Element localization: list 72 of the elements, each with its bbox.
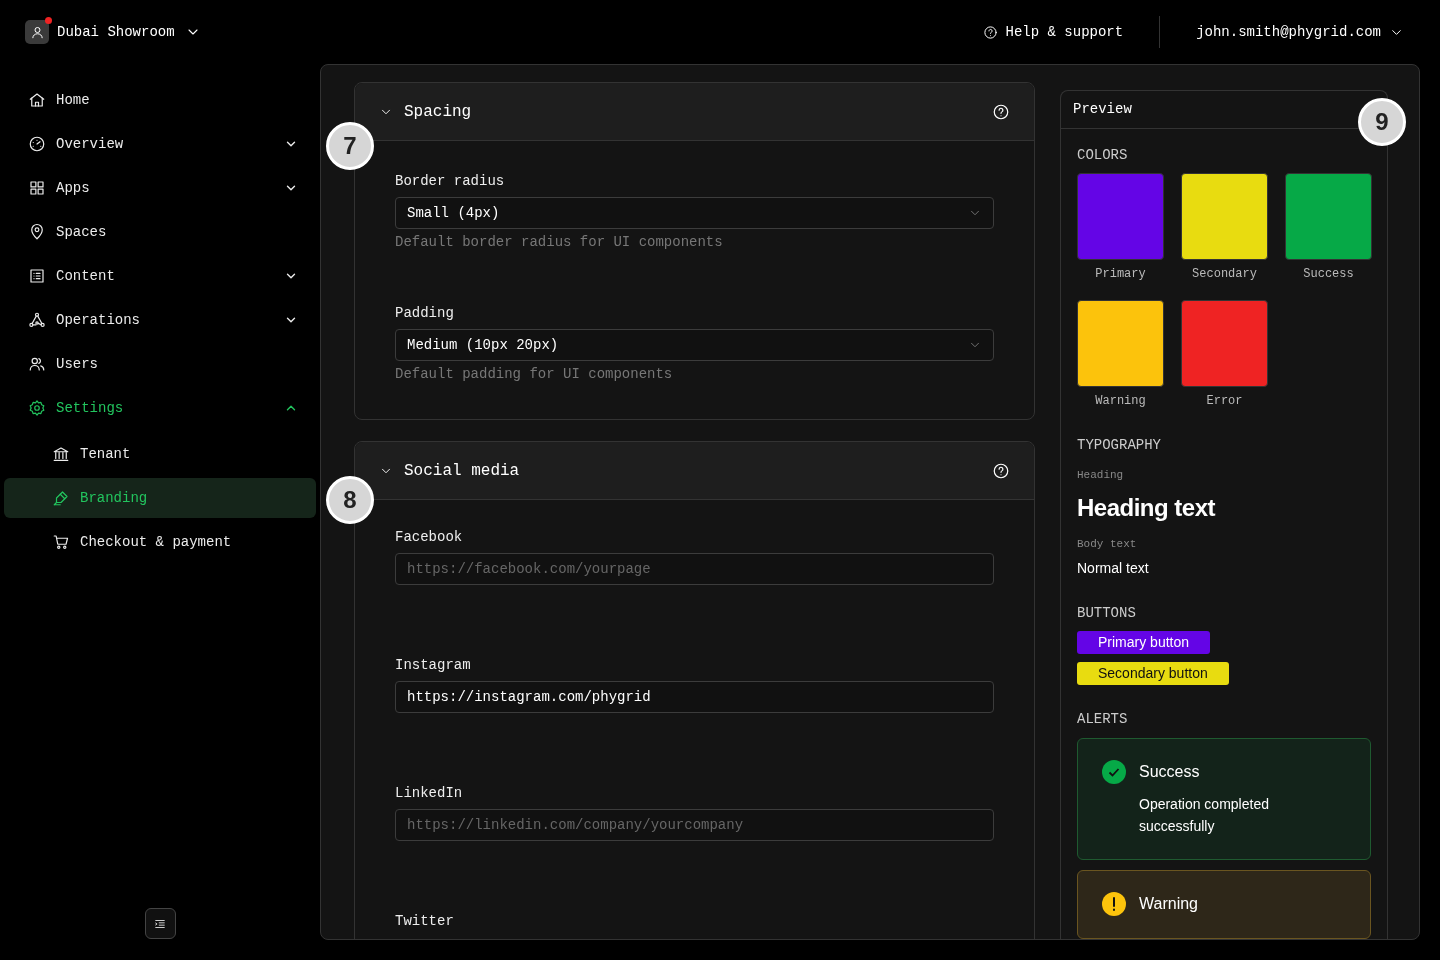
input-field[interactable]: https://instagram.com/phygrid xyxy=(395,681,994,713)
exclamation-icon xyxy=(1102,892,1126,916)
step-badge: 8 xyxy=(326,476,374,524)
field-label: Twitter xyxy=(395,912,455,930)
sidebar-item[interactable]: Users xyxy=(4,342,316,386)
nodes-icon xyxy=(28,311,46,329)
help-icon xyxy=(992,102,1010,121)
dropdown-field[interactable]: Small (4px) xyxy=(395,197,994,229)
color-swatch[interactable] xyxy=(1285,173,1372,260)
help-icon xyxy=(992,461,1010,480)
swatch-label: Error xyxy=(1206,393,1243,409)
body-text-sample: Normal text xyxy=(1077,559,1150,577)
heading-sample: Heading text xyxy=(1077,493,1217,523)
sidebar-item[interactable]: Spaces xyxy=(4,210,316,254)
field-hint: Default padding for UI components xyxy=(395,365,674,383)
field-hint: Default border radius for UI components xyxy=(395,233,724,251)
collapse-button[interactable] xyxy=(144,908,176,939)
section-header[interactable]: Social media xyxy=(355,442,1034,500)
color-swatch[interactable] xyxy=(1077,300,1164,387)
help-link[interactable]: Help & support xyxy=(982,21,1124,43)
sidebar-item[interactable]: Overview xyxy=(4,122,316,166)
sidebar-item[interactable]: Apps xyxy=(4,166,316,210)
field-label: LinkedIn xyxy=(395,784,464,802)
sidebar-item[interactable]: Checkout & payment xyxy=(4,522,316,562)
dropdown-field[interactable]: Medium (10px 20px) xyxy=(395,329,994,361)
alert-title: Warning xyxy=(1139,894,1198,914)
field-label: Instagram xyxy=(395,656,472,674)
section-header[interactable]: Spacing xyxy=(355,83,1034,141)
field-label: Facebook xyxy=(395,528,464,546)
sidebar-item[interactable]: Tenant xyxy=(4,434,316,474)
sample-label: Body text xyxy=(1077,537,1138,551)
sample-label: Heading xyxy=(1077,468,1125,482)
grid-icon xyxy=(28,179,46,197)
step-badge: 9 xyxy=(1358,98,1406,146)
sidebar-item[interactable]: Settings xyxy=(4,386,316,430)
settings-icon xyxy=(28,399,46,417)
color-swatch[interactable] xyxy=(1181,173,1268,260)
color-swatch[interactable] xyxy=(1181,300,1268,387)
step-badge: 7 xyxy=(326,122,374,170)
cart-icon xyxy=(52,533,70,551)
sidebar-item[interactable]: Content xyxy=(4,254,316,298)
field-label: Padding xyxy=(395,304,455,322)
user-menu[interactable]: john.smith@phygrid.com xyxy=(1196,21,1404,43)
help-icon xyxy=(982,24,998,40)
section-heading: TYPOGRAPHY xyxy=(1077,437,1162,453)
swatch-label: Secondary xyxy=(1192,266,1257,282)
section-heading: ALERTS xyxy=(1077,711,1129,727)
field-label: Border radius xyxy=(395,172,506,190)
swatch-label: Success xyxy=(1303,266,1354,282)
input-field[interactable]: https://facebook.com/yourpage xyxy=(395,553,994,585)
primary-button[interactable]: Primary button xyxy=(1077,631,1211,654)
workspace-switcher[interactable]: Dubai Showroom xyxy=(25,20,201,44)
home-icon xyxy=(28,91,46,109)
map-pin-icon xyxy=(28,223,46,241)
alert-title: Success xyxy=(1139,762,1200,782)
sidebar-item[interactable]: Operations xyxy=(4,298,316,342)
pen-icon xyxy=(52,489,70,507)
secondary-button[interactable]: Secondary button xyxy=(1077,662,1229,685)
section-heading: COLORS xyxy=(1077,147,1129,163)
check-icon xyxy=(1102,760,1126,784)
users-icon xyxy=(28,355,46,373)
color-swatch[interactable] xyxy=(1077,173,1164,260)
list-icon xyxy=(28,267,46,285)
sidebar-item[interactable]: Branding xyxy=(4,478,316,518)
swatch-label: Primary xyxy=(1095,266,1146,282)
input-field[interactable]: https://linkedin.com/company/yourcompany xyxy=(395,809,994,841)
bank-icon xyxy=(52,445,70,463)
sidebar-item[interactable]: Home xyxy=(4,78,316,122)
section-heading: BUTTONS xyxy=(1077,605,1137,621)
swatch-label: Warning xyxy=(1095,393,1146,409)
alert-message: Operation completed successfully xyxy=(1139,795,1270,836)
gauge-icon xyxy=(28,135,46,153)
